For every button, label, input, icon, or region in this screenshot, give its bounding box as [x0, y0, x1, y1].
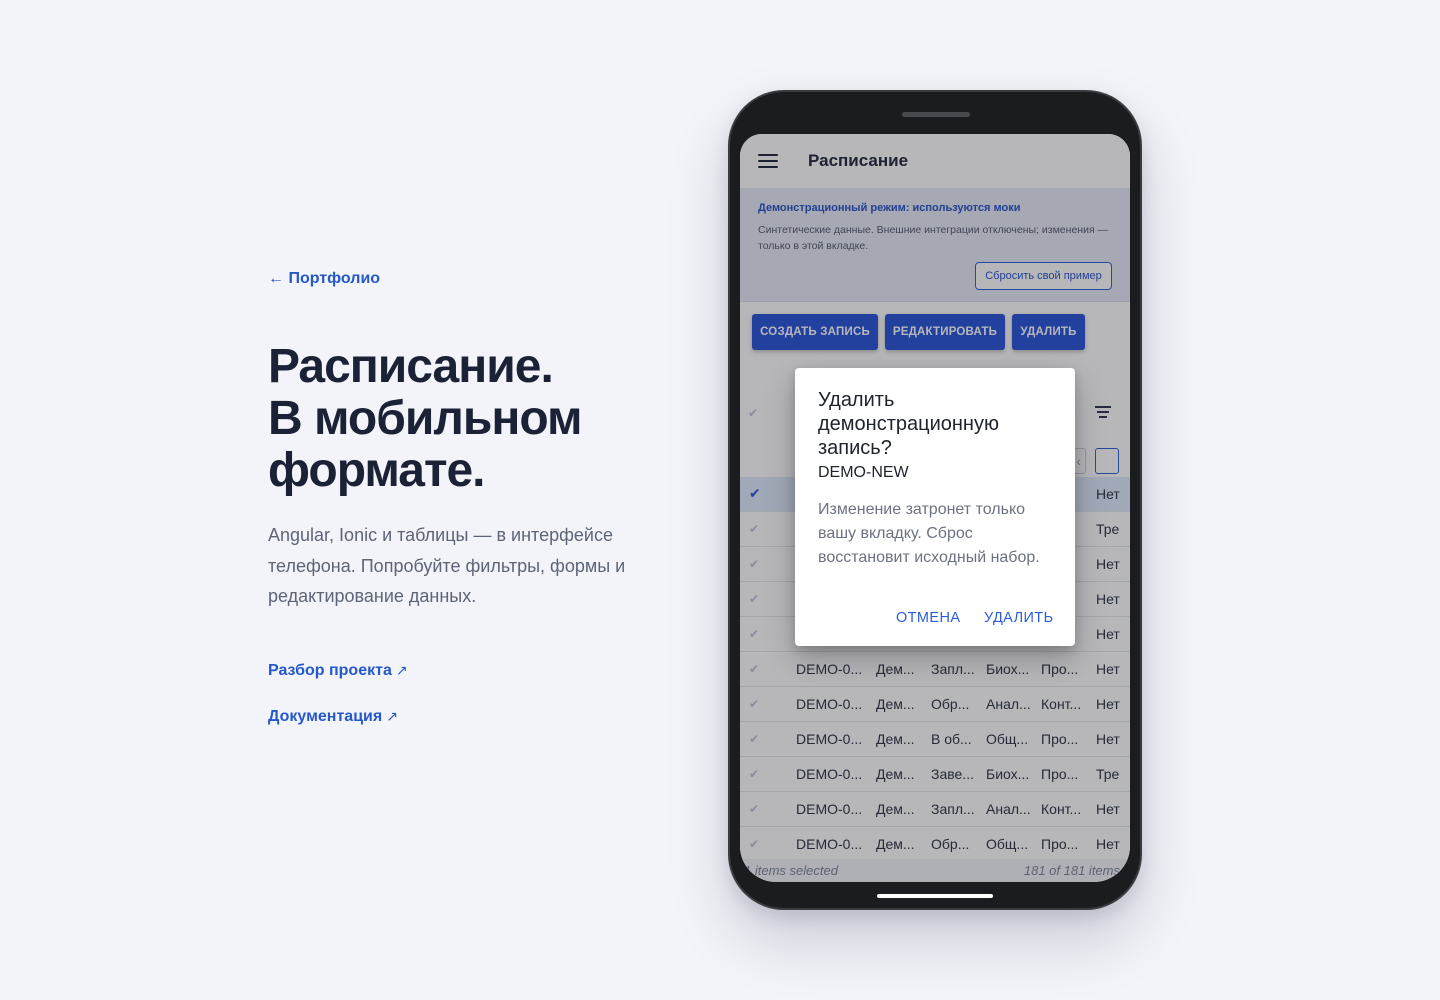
dialog-cancel-button[interactable]: ОТМЕНА [896, 610, 960, 626]
dialog-title: Удалить демонстрационную запись? [818, 389, 999, 459]
project-breakdown-link[interactable]: Разбор проекта ↗ [268, 662, 408, 680]
documentation-link[interactable]: Документация ↗ [268, 708, 398, 726]
page-title: Расписание. В мобильном формате. [268, 341, 688, 497]
back-to-portfolio-link[interactable]: ← Портфолио [268, 270, 380, 288]
page-description: Angular, Ionic и таблицы — в интерфейсе … [268, 525, 626, 606]
title-line-2: В мобильном [268, 392, 583, 445]
dialog-record-id: DEMO-NEW [818, 464, 909, 481]
external-arrow-icon: ↗ [395, 662, 408, 678]
title-line-1: Расписание. [268, 340, 554, 393]
documentation-label: Документация [268, 708, 383, 725]
title-line-3: формате. [268, 444, 485, 497]
dialog-message: Изменение затронет только вашу вкладку. … [818, 501, 1040, 566]
dialog-delete-button[interactable]: УДАЛИТЬ [984, 610, 1053, 626]
delete-confirm-dialog: Удалить демонстрационную запись? DEMO-NE… [795, 368, 1075, 646]
phone-mockup: Расписание Демонстрационный режим: испол… [728, 90, 1142, 910]
phone-screen: Расписание Демонстрационный режим: испол… [740, 134, 1130, 882]
phone-speaker [902, 112, 970, 117]
project-breakdown-label: Разбор проекта [268, 662, 392, 679]
home-indicator [877, 894, 993, 898]
external-arrow-icon: ↗ [386, 708, 398, 724]
